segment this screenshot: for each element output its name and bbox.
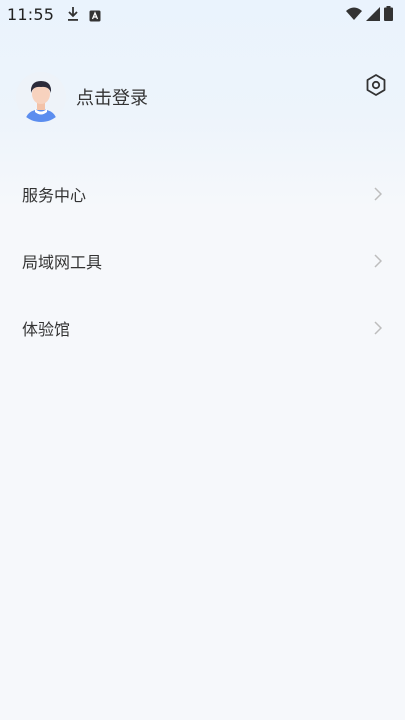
status-right-icons bbox=[346, 6, 393, 25]
status-left-icons bbox=[67, 6, 101, 26]
user-avatar-icon[interactable] bbox=[16, 72, 66, 122]
menu-item-experience-hall[interactable]: 体验馆 bbox=[0, 294, 405, 361]
menu-item-label: 体验馆 bbox=[22, 319, 71, 339]
login-profile[interactable]: 点击登录 bbox=[16, 72, 148, 122]
download-icon bbox=[67, 6, 79, 26]
battery-icon bbox=[384, 6, 393, 25]
menu-item-service-center[interactable]: 服务中心 bbox=[0, 160, 405, 227]
settings-icon[interactable] bbox=[363, 72, 389, 98]
menu-list: 服务中心 局域网工具 体验馆 bbox=[0, 160, 405, 361]
status-time: 11:55 bbox=[7, 5, 55, 24]
a-box-icon bbox=[89, 7, 101, 26]
chevron-right-icon bbox=[373, 320, 383, 336]
status-bar: 11:55 bbox=[0, 0, 405, 30]
menu-item-label: 服务中心 bbox=[22, 185, 87, 205]
chevron-right-icon bbox=[373, 253, 383, 269]
wifi-icon bbox=[346, 6, 362, 25]
menu-item-lan-tools[interactable]: 局域网工具 bbox=[0, 227, 405, 294]
signal-icon bbox=[366, 6, 380, 25]
menu-item-label: 局域网工具 bbox=[22, 252, 103, 272]
login-text[interactable]: 点击登录 bbox=[76, 84, 148, 110]
chevron-right-icon bbox=[373, 186, 383, 202]
